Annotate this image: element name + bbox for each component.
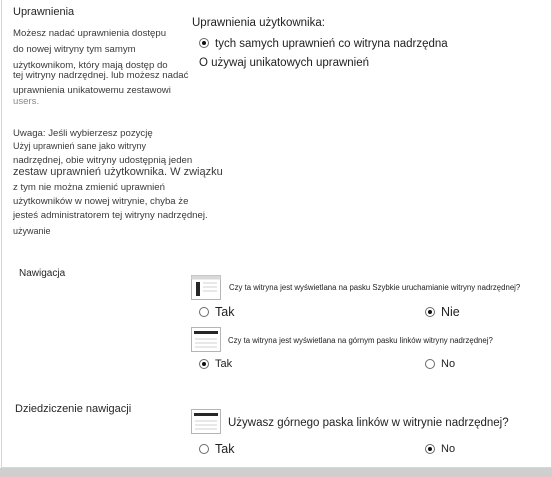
top-link-bar-no-radio[interactable] — [425, 359, 435, 369]
quick-launch-yes-radio[interactable] — [199, 307, 209, 317]
quick-launch-no-radio[interactable] — [425, 307, 435, 317]
permissions-note-line: jesteś administratorem tej witryny nadrz… — [13, 210, 208, 221]
permissions-note-line: Uwaga: Jeśli wybierzesz pozycję — [13, 128, 153, 139]
quick-launch-yes-label[interactable]: Tak — [215, 305, 234, 319]
same-permissions-label[interactable]: tych samych uprawnień co witryna nadrzęd… — [215, 38, 448, 50]
inherit-no-label[interactable]: No — [441, 443, 455, 455]
top-link-bar-yes-label[interactable]: Tak — [215, 358, 232, 370]
top-link-bar-icon — [191, 409, 221, 434]
permissions-desc-line: tej witryny nadrzędnej. lub możesz nadać — [13, 70, 189, 81]
permissions-note-line: z tym nie można zmienić uprawnień — [13, 182, 165, 193]
permissions-note-line: nadrzędnej, obie witryny udostępnią jede… — [13, 155, 193, 166]
permissions-note-line: użytkowników w nowej witrynie, chyba że — [13, 196, 189, 207]
top-link-bar-yes-radio[interactable] — [199, 359, 209, 369]
inheritance-section-title: Dziedziczenie nawigacji — [15, 403, 132, 415]
inherit-yes-label[interactable]: Tak — [215, 442, 234, 456]
permissions-desc-line: uprawnienia unikatowemu zestawowi — [13, 85, 171, 96]
same-permissions-radio[interactable] — [199, 38, 209, 48]
top-link-bar-icon — [191, 327, 221, 352]
quick-launch-icon — [191, 275, 221, 300]
top-link-bar-question: Czy ta witryna jest wyświetlana na górny… — [228, 336, 493, 345]
permissions-desc-line: Możesz nadać uprawnienia dostępu — [13, 28, 167, 39]
permissions-desc-faded: users. — [13, 96, 40, 107]
top-link-bar-no-label[interactable]: No — [441, 358, 455, 370]
permissions-desc-line: do nowej witryny tym samym — [13, 44, 136, 55]
inherit-top-link-question: Używasz górnego paska linków w witrynie … — [228, 417, 509, 429]
quick-launch-question: Czy ta witryna jest wyświetlana na pasku… — [229, 283, 521, 292]
permissions-note-line: używanie — [13, 226, 51, 236]
permissions-section-title: Uprawnienia — [13, 6, 75, 18]
quick-launch-no-label[interactable]: Nie — [441, 305, 460, 319]
permissions-note-line: Użyj uprawnień sane jako witryny — [13, 141, 147, 151]
unique-permissions-label[interactable]: O używaj unikatowych uprawnień — [199, 57, 369, 69]
navigation-section-title: Nawigacja — [19, 268, 66, 279]
user-permissions-label: Uprawnienia użytkownika: — [192, 17, 325, 29]
permissions-note-line: zestaw uprawnień użytkownika. W związku — [13, 166, 223, 178]
inherit-yes-radio[interactable] — [199, 444, 209, 454]
horizontal-scrollbar[interactable] — [0, 468, 552, 477]
inherit-no-radio[interactable] — [425, 444, 435, 454]
